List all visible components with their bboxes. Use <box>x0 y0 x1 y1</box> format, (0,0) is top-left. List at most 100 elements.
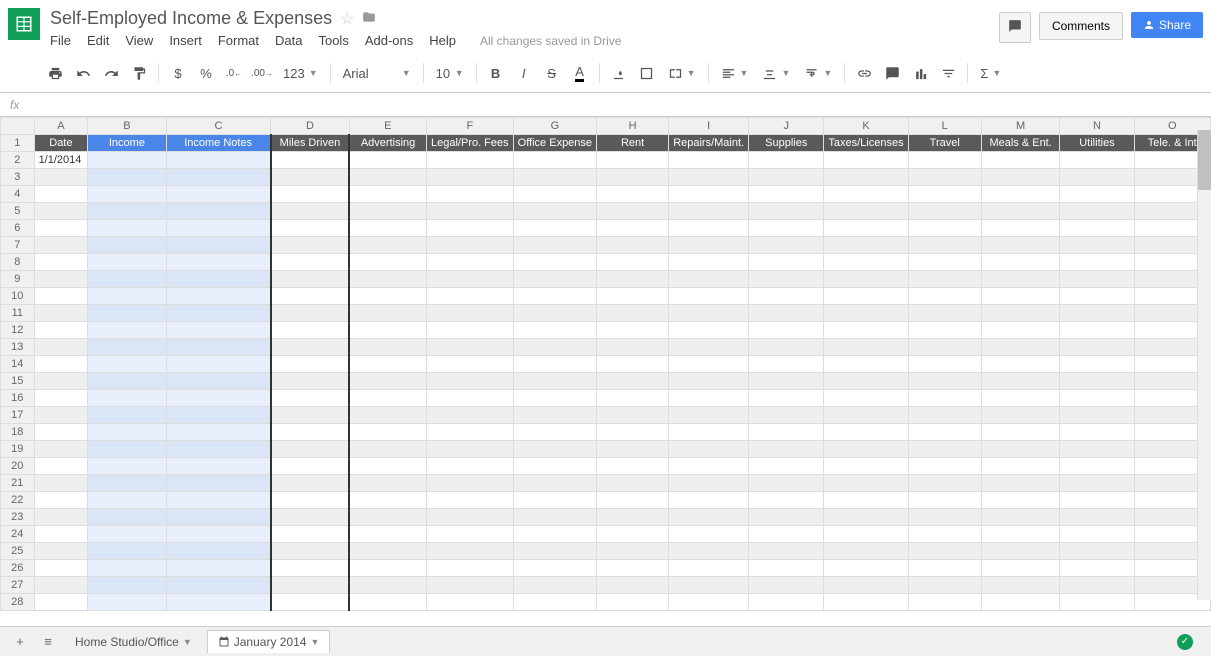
cell-L17[interactable] <box>908 407 981 424</box>
cell-F10[interactable] <box>426 288 513 305</box>
cell-I22[interactable] <box>669 492 749 509</box>
increase-decimal[interactable]: .00→ <box>249 60 275 86</box>
cell-E24[interactable] <box>349 526 426 543</box>
sheet-tab-january-2014[interactable]: January 2014▼ <box>207 630 331 653</box>
cell-E15[interactable] <box>349 373 426 390</box>
cell-A26[interactable] <box>34 560 88 577</box>
cell-G7[interactable] <box>513 237 596 254</box>
cell-M27[interactable] <box>981 577 1060 594</box>
cell-D26[interactable] <box>271 560 349 577</box>
cell-K13[interactable] <box>824 339 908 356</box>
cell-D14[interactable] <box>271 356 349 373</box>
cell-C22[interactable] <box>166 492 271 509</box>
borders-icon[interactable] <box>634 60 660 86</box>
header-cell-J1[interactable]: Supplies <box>749 135 824 152</box>
header-cell-H1[interactable]: Rent <box>597 135 669 152</box>
cell-D5[interactable] <box>271 203 349 220</box>
redo-icon[interactable] <box>98 60 124 86</box>
cell-G22[interactable] <box>513 492 596 509</box>
row-header-8[interactable]: 8 <box>1 254 35 271</box>
cell-D20[interactable] <box>271 458 349 475</box>
cell-I25[interactable] <box>669 543 749 560</box>
row-header-27[interactable]: 27 <box>1 577 35 594</box>
cell-G13[interactable] <box>513 339 596 356</box>
bold-icon[interactable]: B <box>483 60 509 86</box>
cell-G3[interactable] <box>513 169 596 186</box>
cell-K25[interactable] <box>824 543 908 560</box>
cell-E6[interactable] <box>349 220 426 237</box>
menu-addons[interactable]: Add-ons <box>365 33 413 48</box>
cell-F20[interactable] <box>426 458 513 475</box>
cell-G6[interactable] <box>513 220 596 237</box>
cell-N12[interactable] <box>1060 322 1134 339</box>
v-align[interactable]: ▼ <box>756 66 796 81</box>
cell-J25[interactable] <box>749 543 824 560</box>
cell-J23[interactable] <box>749 509 824 526</box>
more-formats[interactable]: 123▼ <box>277 66 324 81</box>
row-header-14[interactable]: 14 <box>1 356 35 373</box>
cell-C9[interactable] <box>166 271 271 288</box>
cell-H16[interactable] <box>597 390 669 407</box>
cell-H17[interactable] <box>597 407 669 424</box>
cell-D8[interactable] <box>271 254 349 271</box>
cell-C7[interactable] <box>166 237 271 254</box>
cell-B22[interactable] <box>88 492 166 509</box>
cell-C3[interactable] <box>166 169 271 186</box>
functions-icon[interactable]: Σ▼ <box>974 66 1007 81</box>
cell-K22[interactable] <box>824 492 908 509</box>
cell-N20[interactable] <box>1060 458 1134 475</box>
cell-K24[interactable] <box>824 526 908 543</box>
cell-K28[interactable] <box>824 594 908 611</box>
cell-C24[interactable] <box>166 526 271 543</box>
row-header-24[interactable]: 24 <box>1 526 35 543</box>
cell-I13[interactable] <box>669 339 749 356</box>
cell-H4[interactable] <box>597 186 669 203</box>
cell-B28[interactable] <box>88 594 166 611</box>
cell-N3[interactable] <box>1060 169 1134 186</box>
cell-J4[interactable] <box>749 186 824 203</box>
cell-E21[interactable] <box>349 475 426 492</box>
cell-E5[interactable] <box>349 203 426 220</box>
cell-I2[interactable] <box>669 152 749 169</box>
cell-N22[interactable] <box>1060 492 1134 509</box>
cell-A3[interactable] <box>34 169 88 186</box>
cell-E12[interactable] <box>349 322 426 339</box>
cell-G5[interactable] <box>513 203 596 220</box>
cell-M6[interactable] <box>981 220 1060 237</box>
header-cell-I1[interactable]: Repairs/Maint. <box>669 135 749 152</box>
cell-E18[interactable] <box>349 424 426 441</box>
menu-tools[interactable]: Tools <box>318 33 348 48</box>
cell-M7[interactable] <box>981 237 1060 254</box>
star-icon[interactable]: ☆ <box>340 9 354 29</box>
cell-I28[interactable] <box>669 594 749 611</box>
decrease-decimal[interactable]: .0← <box>221 60 247 86</box>
cell-I21[interactable] <box>669 475 749 492</box>
cell-N2[interactable] <box>1060 152 1134 169</box>
cell-G10[interactable] <box>513 288 596 305</box>
cell-I6[interactable] <box>669 220 749 237</box>
row-header-26[interactable]: 26 <box>1 560 35 577</box>
row-header-13[interactable]: 13 <box>1 339 35 356</box>
menu-data[interactable]: Data <box>275 33 302 48</box>
cell-C18[interactable] <box>166 424 271 441</box>
cell-A6[interactable] <box>34 220 88 237</box>
cell-E11[interactable] <box>349 305 426 322</box>
header-cell-C1[interactable]: Income Notes <box>166 135 271 152</box>
cell-K11[interactable] <box>824 305 908 322</box>
cell-C25[interactable] <box>166 543 271 560</box>
cell-D11[interactable] <box>271 305 349 322</box>
cell-L18[interactable] <box>908 424 981 441</box>
col-header-G[interactable]: G <box>513 118 596 135</box>
cell-L10[interactable] <box>908 288 981 305</box>
row-header-17[interactable]: 17 <box>1 407 35 424</box>
cell-C11[interactable] <box>166 305 271 322</box>
cell-G15[interactable] <box>513 373 596 390</box>
cell-F19[interactable] <box>426 441 513 458</box>
cell-H2[interactable] <box>597 152 669 169</box>
filter-icon[interactable] <box>935 60 961 86</box>
cell-E17[interactable] <box>349 407 426 424</box>
header-cell-L1[interactable]: Travel <box>908 135 981 152</box>
cell-L28[interactable] <box>908 594 981 611</box>
cell-B14[interactable] <box>88 356 166 373</box>
cell-L8[interactable] <box>908 254 981 271</box>
